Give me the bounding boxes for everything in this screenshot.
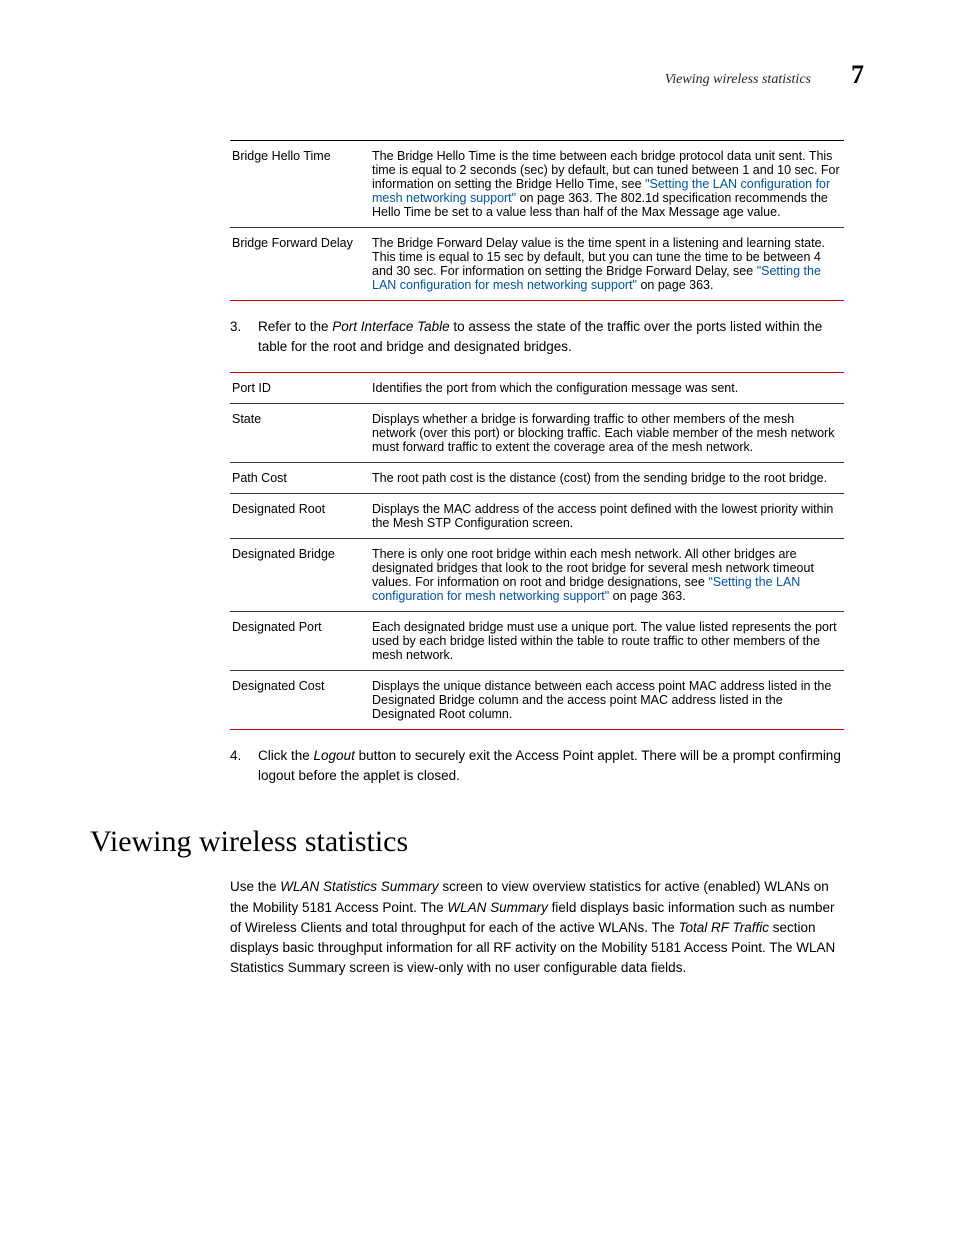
table-row: Designated Root Displays the MAC address… [230,494,844,539]
definition-table-2: Port ID Identifies the port from which t… [230,372,844,730]
term: State [230,404,370,463]
table-row: Designated Bridge There is only one root… [230,539,844,612]
section-paragraph: Use the WLAN Statistics Summary screen t… [230,877,844,978]
definition: Displays whether a bridge is forwarding … [370,404,844,463]
chapter-number: 7 [851,60,864,90]
table-row: Path Cost The root path cost is the dist… [230,463,844,494]
definition: Displays the MAC address of the access p… [370,494,844,539]
definition: There is only one root bridge within eac… [370,539,844,612]
step-number: 3. [230,317,246,356]
step-text: Refer to the Port Interface Table to ass… [258,317,844,356]
term: Bridge Hello Time [230,141,370,228]
step-3: 3. Refer to the Port Interface Table to … [230,317,844,356]
step-number: 4. [230,746,246,785]
term: Bridge Forward Delay [230,228,370,301]
table-row: Designated Cost Displays the unique dist… [230,671,844,730]
table-row: Bridge Hello Time The Bridge Hello Time … [230,141,844,228]
step-text: Click the Logout button to securely exit… [258,746,844,785]
table-row: Designated Port Each designated bridge m… [230,612,844,671]
term: Designated Port [230,612,370,671]
term: Path Cost [230,463,370,494]
term: Port ID [230,373,370,404]
page-header: Viewing wireless statistics 7 [90,60,864,90]
definition: Each designated bridge must use a unique… [370,612,844,671]
definition-table-1: Bridge Hello Time The Bridge Hello Time … [230,140,844,301]
definition: The Bridge Hello Time is the time betwee… [370,141,844,228]
table-row: Port ID Identifies the port from which t… [230,373,844,404]
term: Designated Cost [230,671,370,730]
term: Designated Bridge [230,539,370,612]
header-title: Viewing wireless statistics [665,72,811,88]
definition: The Bridge Forward Delay value is the ti… [370,228,844,301]
table-row: State Displays whether a bridge is forwa… [230,404,844,463]
definition: Identifies the port from which the confi… [370,373,844,404]
table-row: Bridge Forward Delay The Bridge Forward … [230,228,844,301]
step-4: 4. Click the Logout button to securely e… [230,746,844,785]
term: Designated Root [230,494,370,539]
section-heading: Viewing wireless statistics [90,825,844,859]
definition: The root path cost is the distance (cost… [370,463,844,494]
definition: Displays the unique distance between eac… [370,671,844,730]
